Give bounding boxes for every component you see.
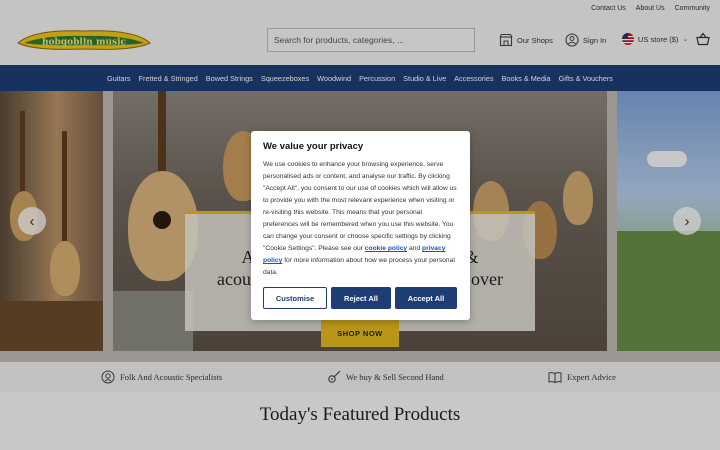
customise-button[interactable]: Customise bbox=[263, 287, 327, 309]
cookie-title: We value your privacy bbox=[263, 141, 364, 152]
cookie-policy-link[interactable]: cookie policy bbox=[365, 245, 407, 252]
cookie-consent-dialog: We value your privacy We use cookies to … bbox=[251, 131, 470, 320]
cookie-body: We use cookies to enhance your browsing … bbox=[263, 161, 457, 276]
reject-all-button[interactable]: Reject All bbox=[331, 287, 391, 309]
cookie-overlay: We value your privacy We use cookies to … bbox=[0, 0, 720, 450]
accept-all-button[interactable]: Accept All bbox=[395, 287, 457, 309]
